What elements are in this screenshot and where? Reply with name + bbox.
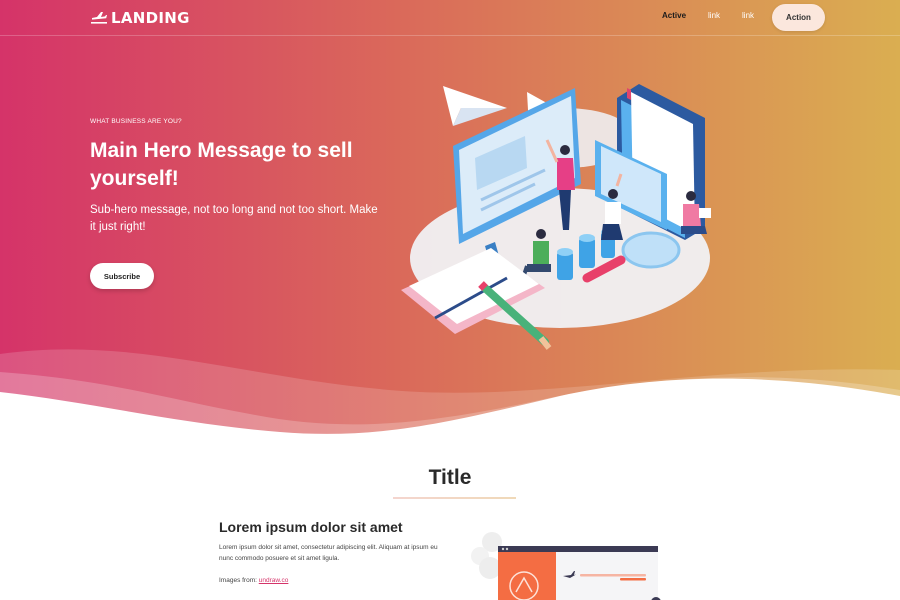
- hero-subtitle: Sub-hero message, not too long and not t…: [90, 204, 378, 233]
- nav-link-2[interactable]: link: [742, 11, 754, 20]
- nav-link-1[interactable]: link: [708, 11, 720, 20]
- brand-name: LANDING: [111, 9, 190, 27]
- hero-title: Main Hero Message to sell yourself!: [90, 139, 353, 190]
- image-credit: Images from: undraw.co: [219, 577, 288, 584]
- airplane-icon: [91, 12, 107, 24]
- hero-eyebrow: WHAT BUSINESS ARE YOU?: [90, 118, 182, 125]
- image-credit-prefix: Images from:: [219, 577, 257, 584]
- subscribe-button[interactable]: Subscribe: [90, 263, 154, 289]
- hero-wave-divider: [0, 349, 900, 440]
- section-title: Title: [428, 466, 472, 489]
- undraw-link[interactable]: undraw.co: [259, 577, 289, 584]
- top-navbar: LANDING Active link link Action: [0, 0, 900, 36]
- nav-links: Active link link: [662, 11, 776, 20]
- brand-logo[interactable]: LANDING: [91, 8, 190, 28]
- action-button[interactable]: Action: [772, 4, 825, 31]
- title-underline: [393, 497, 516, 499]
- feature-text: Lorem ipsum dolor sit amet, consectetur …: [219, 544, 438, 562]
- feature-illustration: [471, 532, 661, 600]
- hero-illustration: [401, 84, 711, 350]
- feature-heading: Lorem ipsum dolor sit amet: [219, 519, 403, 535]
- nav-link-active[interactable]: Active: [662, 11, 686, 20]
